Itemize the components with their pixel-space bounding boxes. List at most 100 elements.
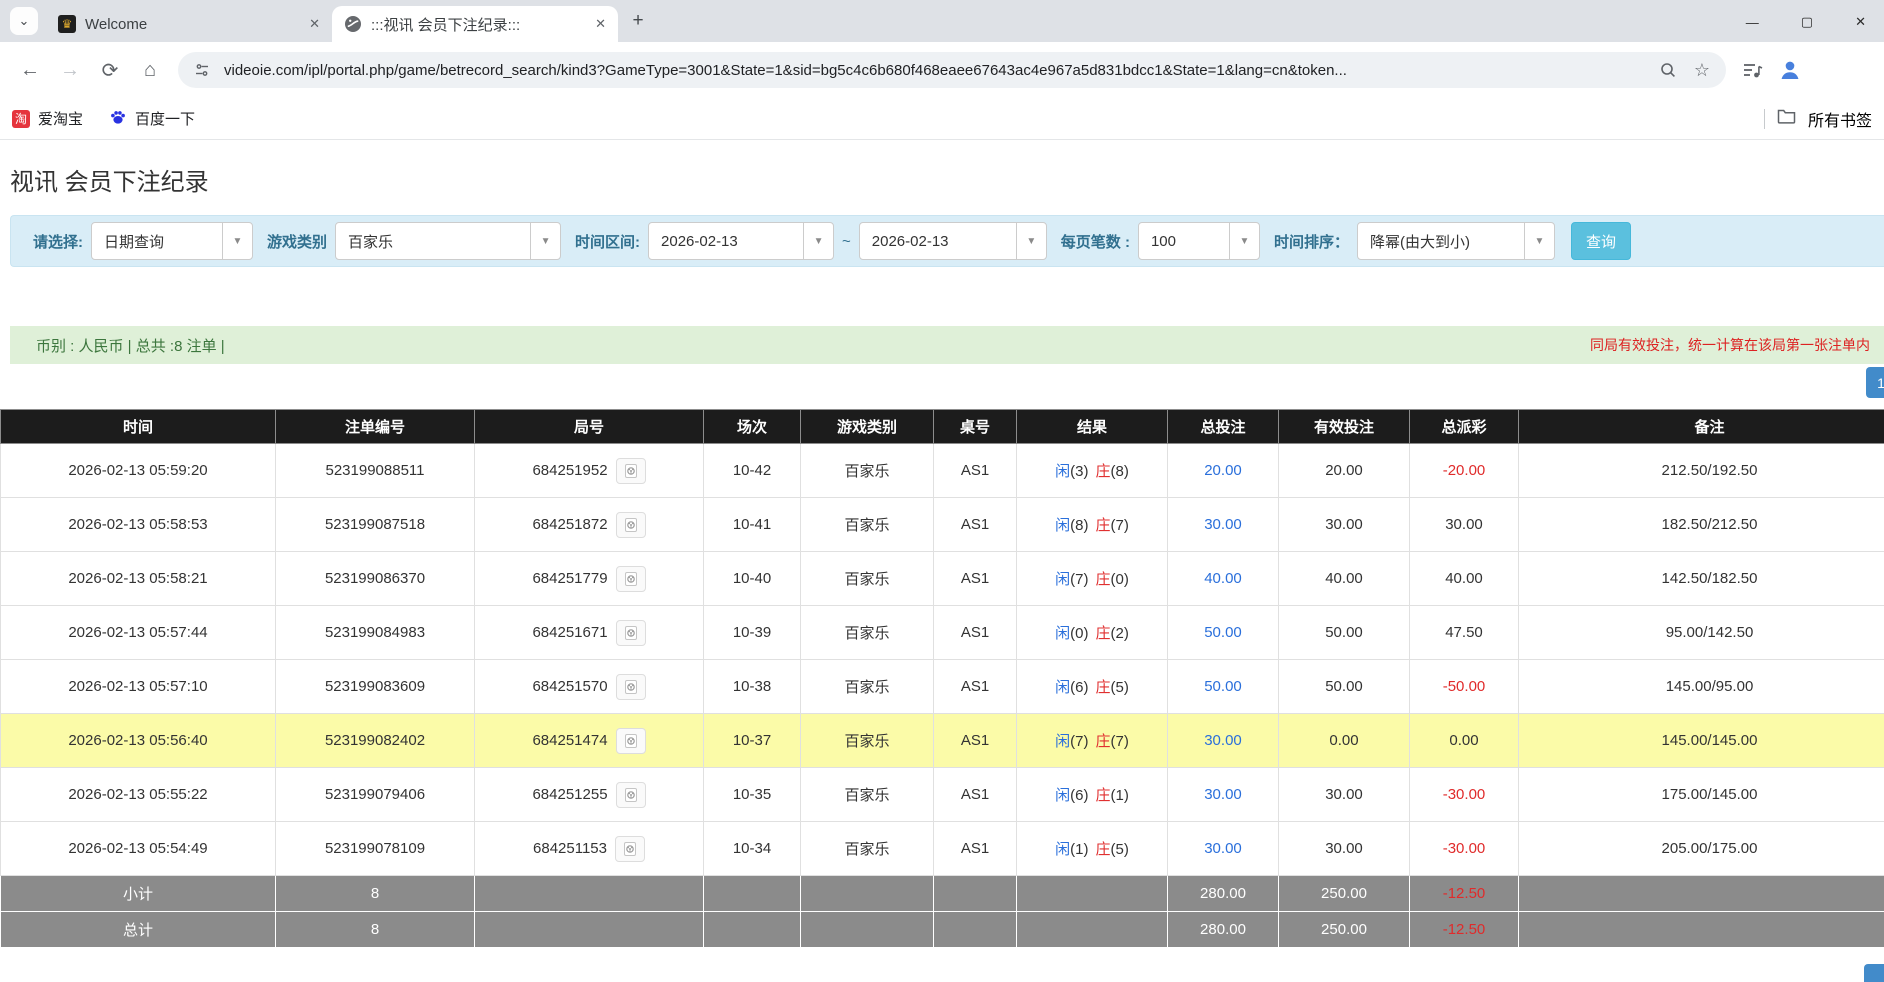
media-controls-icon[interactable] <box>1740 61 1764 79</box>
tab-close-icon[interactable]: ✕ <box>305 14 324 34</box>
result-player-score: (0) <box>1070 625 1088 642</box>
cell-table-no: AS1 <box>934 552 1017 606</box>
tab-welcome[interactable]: ♛ Welcome ✕ <box>46 6 332 42</box>
per-page-value: 100 <box>1139 223 1229 259</box>
cell-game-type: 百家乐 <box>801 498 934 552</box>
tab-bet-records[interactable]: :::视讯 会员下注纪录::: ✕ <box>332 6 618 42</box>
forward-button[interactable]: → <box>52 52 88 88</box>
baidu-paw-icon <box>109 108 127 130</box>
currency-summary: 币别 : 人民币 | 总共 :8 注单 | <box>36 335 225 356</box>
round-id-value: 684251779 <box>532 569 607 586</box>
video-replay-button[interactable] <box>616 620 646 646</box>
cell-time: 2026-02-13 05:56:40 <box>1 714 276 768</box>
all-bookmarks[interactable]: 所有书签 <box>1764 107 1872 131</box>
cell-total-bet: 40.00 <box>1168 552 1279 606</box>
video-replay-button[interactable] <box>616 782 646 808</box>
video-replay-button[interactable] <box>616 566 646 592</box>
cell-valid-bet: 30.00 <box>1279 822 1410 876</box>
cell-bet-id: 523199078109 <box>276 822 475 876</box>
cell-valid-bet: 50.00 <box>1279 606 1410 660</box>
cell-table-no: AS1 <box>934 444 1017 498</box>
cell-session: 10-40 <box>704 552 801 606</box>
zoom-icon[interactable] <box>1656 61 1680 79</box>
cell-bet-id: 523199087518 <box>276 498 475 552</box>
welcome-favicon-icon: ♛ <box>58 15 76 33</box>
result-banker-label: 庄 <box>1096 733 1111 750</box>
date-from-select[interactable]: 2026-02-13 ▼ <box>648 222 834 260</box>
profile-avatar-icon[interactable] <box>1778 57 1802 83</box>
cell-game-type: 百家乐 <box>801 552 934 606</box>
query-type-value: 日期查询 <box>92 223 222 259</box>
close-window-icon[interactable]: ✕ <box>1855 14 1866 30</box>
site-info-icon[interactable] <box>190 61 214 79</box>
per-page-select[interactable]: 100 ▼ <box>1138 222 1260 260</box>
date-from-value: 2026-02-13 <box>649 223 803 259</box>
cell-bet-id: 523199082402 <box>276 714 475 768</box>
video-replay-button[interactable] <box>616 512 646 538</box>
bookmark-baidu[interactable]: 百度一下 <box>109 108 195 130</box>
sort-select[interactable]: 降幂(由大到小) ▼ <box>1357 222 1555 260</box>
tab-close-icon[interactable]: ✕ <box>591 14 610 34</box>
new-tab-button[interactable]: + <box>624 7 652 35</box>
url-text[interactable]: videoie.com/ipl/portal.php/game/betrecor… <box>224 62 1646 79</box>
header-round-id: 局号 <box>475 410 704 444</box>
result-player-label: 闲 <box>1055 787 1070 804</box>
bookmark-label: 百度一下 <box>135 108 195 129</box>
home-icon: ⌂ <box>144 59 156 82</box>
bookmark-star-icon[interactable]: ☆ <box>1690 60 1714 81</box>
cell-total-bet: 50.00 <box>1168 660 1279 714</box>
back-icon: ← <box>20 59 40 82</box>
query-button[interactable]: 查询 <box>1571 222 1631 260</box>
cell-bet-id: 523199086370 <box>276 552 475 606</box>
maximize-icon[interactable]: ▢ <box>1801 14 1813 30</box>
cell-note: 145.00/95.00 <box>1519 660 1884 714</box>
cell-session: 10-41 <box>704 498 801 552</box>
cell-result: 闲(3)庄(8) <box>1017 444 1168 498</box>
video-replay-button[interactable] <box>616 728 646 754</box>
cell-result: 闲(1)庄(5) <box>1017 822 1168 876</box>
round-id-value: 684251153 <box>533 839 607 856</box>
game-type-select[interactable]: 百家乐 ▼ <box>335 222 561 260</box>
video-replay-button[interactable] <box>615 836 645 862</box>
cell-total-bet: 20.00 <box>1168 444 1279 498</box>
cell-total-bet: 30.00 <box>1168 498 1279 552</box>
footer-count: 8 <box>276 876 475 912</box>
round-id-value: 684251255 <box>532 785 607 802</box>
tab-title: Welcome <box>85 16 296 33</box>
home-button[interactable]: ⌂ <box>132 52 168 88</box>
cell-result: 闲(8)庄(7) <box>1017 498 1168 552</box>
cell-table-no: AS1 <box>934 822 1017 876</box>
back-button[interactable]: ← <box>12 52 48 88</box>
cell-time: 2026-02-13 05:57:44 <box>1 606 276 660</box>
footer-payout: -12.50 <box>1410 876 1519 912</box>
date-to-select[interactable]: 2026-02-13 ▼ <box>859 222 1047 260</box>
video-replay-button[interactable] <box>616 674 646 700</box>
game-type-label: 游戏类别 <box>267 231 327 252</box>
cell-game-type: 百家乐 <box>801 606 934 660</box>
tab-search-button[interactable]: ⌄ <box>10 7 38 35</box>
cell-payout: -30.00 <box>1410 768 1519 822</box>
cell-empty <box>475 912 704 948</box>
chevron-down-icon: ⌄ <box>19 13 30 29</box>
result-banker-score: (2) <box>1111 625 1129 642</box>
cell-result: 闲(7)庄(7) <box>1017 714 1168 768</box>
header-payout: 总派彩 <box>1410 410 1519 444</box>
address-bar[interactable]: videoie.com/ipl/portal.php/game/betrecor… <box>178 52 1726 88</box>
folder-icon <box>1777 108 1796 129</box>
pagination-bottom-button[interactable] <box>1864 964 1884 982</box>
video-replay-button[interactable] <box>616 458 646 484</box>
minimize-icon[interactable]: — <box>1746 15 1759 30</box>
bookmark-aitaobao[interactable]: 淘 爱淘宝 <box>12 108 83 129</box>
cell-note: 145.00/145.00 <box>1519 714 1884 768</box>
result-player-score: (7) <box>1070 571 1088 588</box>
cell-bet-id: 523199088511 <box>276 444 475 498</box>
pagination-page-button[interactable]: 1 <box>1866 367 1884 398</box>
cell-result: 闲(6)庄(1) <box>1017 768 1168 822</box>
result-player-label: 闲 <box>1055 463 1070 480</box>
reload-button[interactable]: ⟳ <box>92 52 128 88</box>
cell-valid-bet: 20.00 <box>1279 444 1410 498</box>
query-type-select[interactable]: 日期查询 ▼ <box>91 222 253 260</box>
cell-payout: 0.00 <box>1410 714 1519 768</box>
table-row: 2026-02-13 05:56:40 523199082402 6842514… <box>1 714 1884 768</box>
cell-result: 闲(0)庄(2) <box>1017 606 1168 660</box>
